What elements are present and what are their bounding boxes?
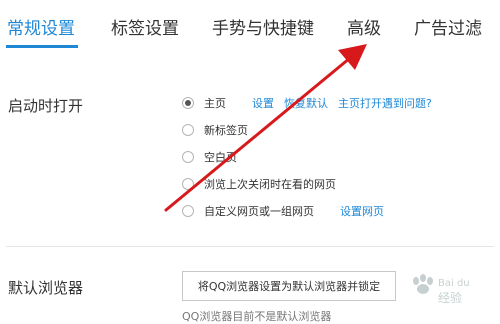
set-default-browser-button[interactable]: 将QQ浏览器设置为默认浏览器并锁定 — [182, 271, 396, 301]
radio-last-session[interactable] — [182, 178, 194, 190]
startup-option-last-session: 浏览上次关闭时在看的网页 — [182, 175, 336, 193]
tab-advanced[interactable]: 高级 — [347, 14, 381, 39]
startup-option-label: 新标签页 — [204, 124, 248, 137]
startup-section-title: 启动时打开 — [8, 97, 84, 115]
radio-new-tab[interactable] — [182, 124, 194, 136]
startup-option-label: 自定义网页或一组网页 — [204, 205, 314, 218]
home-settings-link[interactable]: 设置 — [252, 95, 274, 111]
radio-blank-page[interactable] — [182, 151, 194, 163]
home-problem-link[interactable]: 主页打开遇到问题? — [338, 95, 432, 111]
settings-tab-bar: 常规设置 标签设置 手势与快捷键 高级 广告过滤 — [0, 0, 500, 58]
set-pages-link[interactable]: 设置网页 — [340, 203, 384, 219]
startup-option-label: 空白页 — [204, 151, 237, 164]
startup-option-home: 主页 设置 恢复默认 主页打开遇到问题? — [182, 94, 432, 112]
active-tab-indicator — [6, 45, 78, 48]
svg-text:Bai du: Bai du — [438, 278, 470, 289]
startup-option-custom: 自定义网页或一组网页 设置网页 — [182, 202, 384, 220]
tab-general[interactable]: 常规设置 — [7, 14, 75, 39]
startup-option-new-tab: 新标签页 — [182, 121, 248, 139]
radio-home[interactable] — [182, 97, 194, 109]
section-divider — [6, 246, 494, 247]
baidu-jingyan-watermark: Bai du 经验 — [404, 272, 492, 312]
radio-custom-pages[interactable] — [182, 205, 194, 217]
baidu-paw-logo: Bai du 经验 — [413, 274, 470, 305]
default-browser-section-title: 默认浏览器 — [8, 279, 84, 297]
startup-option-label: 主页 — [204, 97, 226, 110]
restore-default-link[interactable]: 恢复默认 — [284, 95, 328, 111]
tab-gestures-shortcuts[interactable]: 手势与快捷键 — [212, 14, 314, 39]
svg-text:经验: 经验 — [438, 290, 462, 305]
default-browser-status: QQ浏览器目前不是默认浏览器 — [182, 310, 332, 323]
tab-tab-settings[interactable]: 标签设置 — [111, 14, 179, 39]
tab-ad-filter[interactable]: 广告过滤 — [414, 14, 482, 39]
startup-option-blank: 空白页 — [182, 148, 237, 166]
startup-option-label: 浏览上次关闭时在看的网页 — [204, 178, 336, 191]
